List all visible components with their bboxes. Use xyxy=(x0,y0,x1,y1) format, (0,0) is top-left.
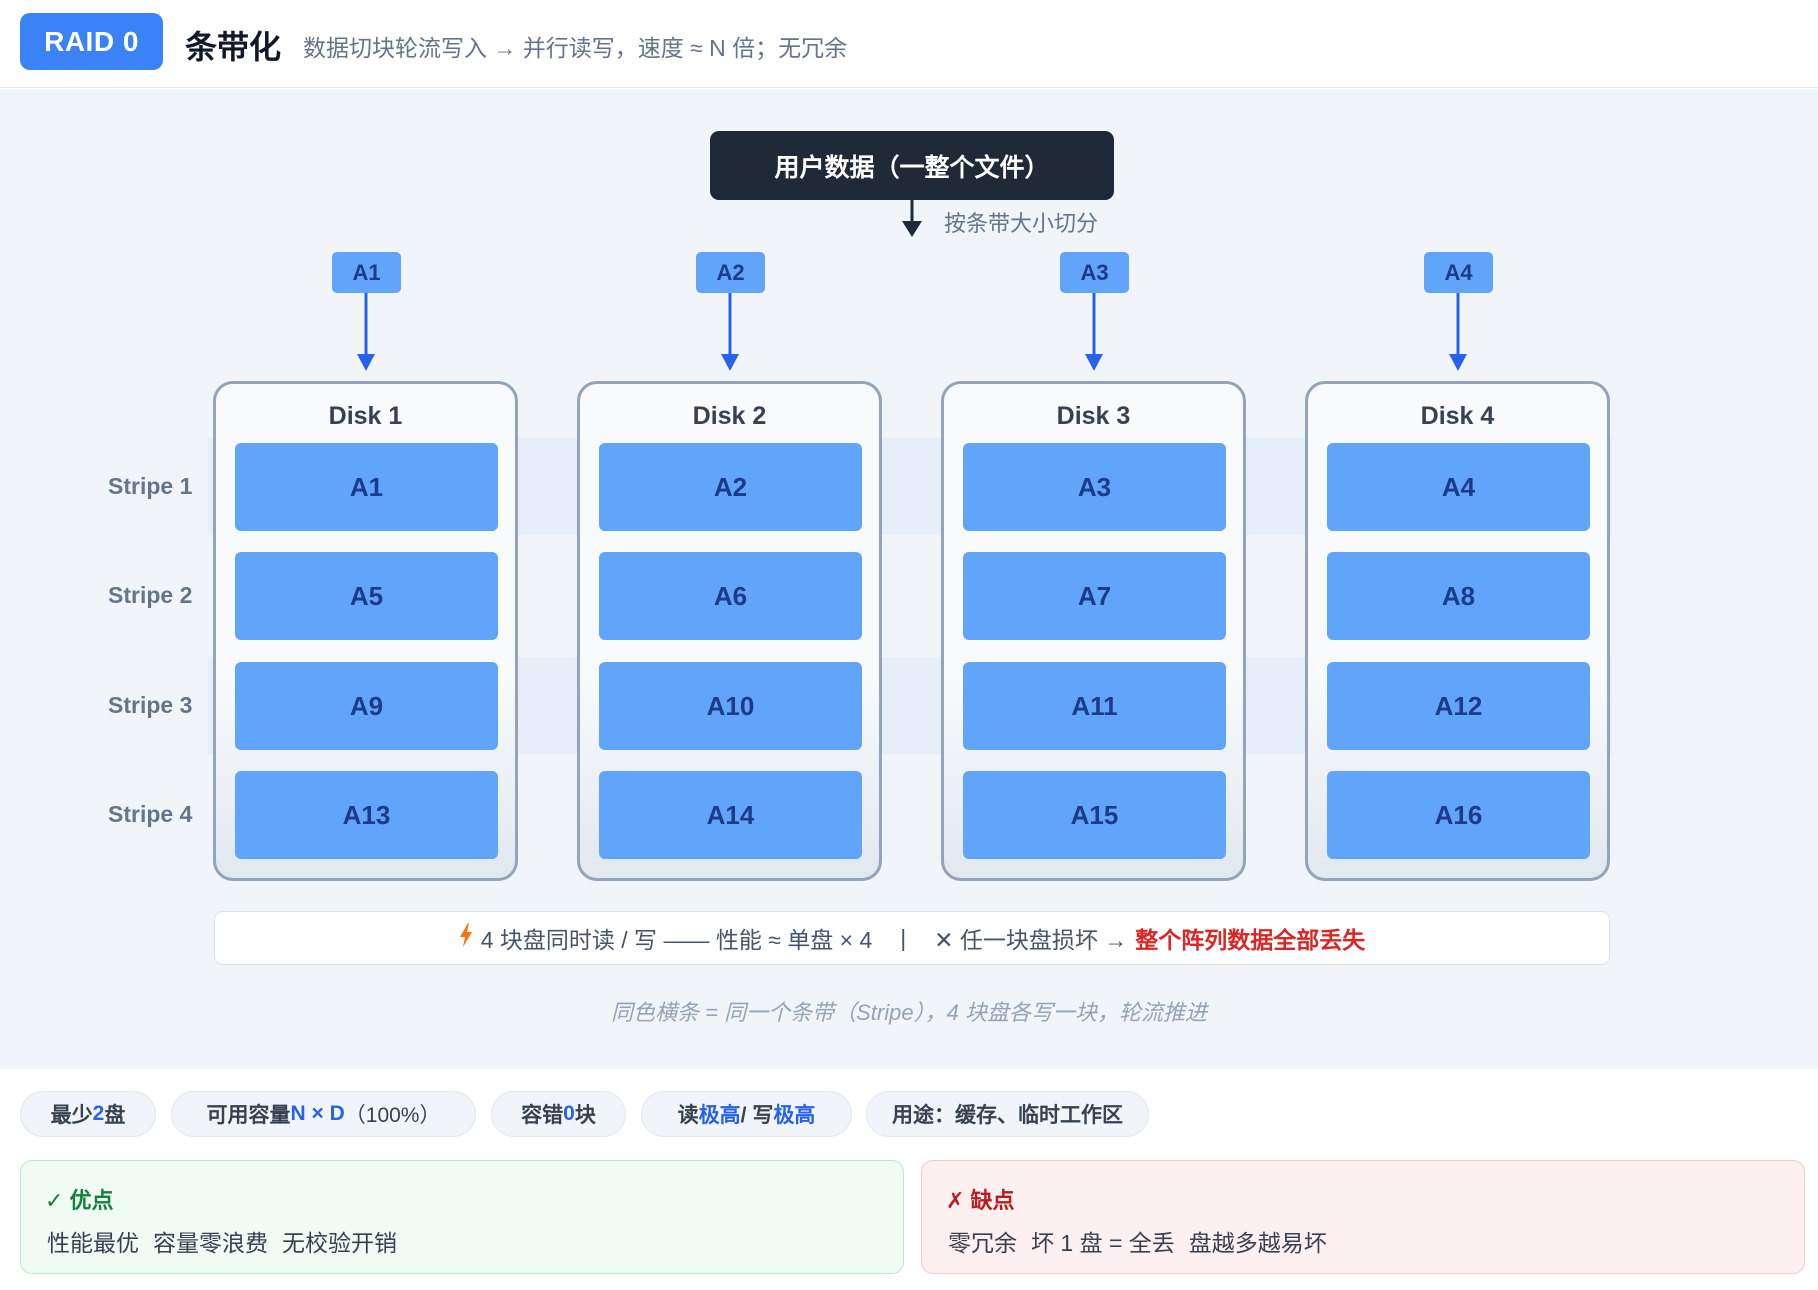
lightning-icon xyxy=(459,923,473,953)
data-block: A16 xyxy=(1327,771,1590,859)
pill-text: （100%） xyxy=(344,1104,441,1127)
pros-item: 容量零浪费 xyxy=(153,1230,268,1256)
data-block: A10 xyxy=(599,662,862,750)
cons-list: 零冗余 坏 1 盘 = 全丢 盘越多越易坏 xyxy=(948,1224,1327,1258)
data-block: A4 xyxy=(1327,443,1590,531)
risk-highlight: 整个阵列数据全部丢失 xyxy=(1135,927,1366,953)
stripe-label-4: Stripe 4 xyxy=(108,801,193,827)
disk-title: Disk 2 xyxy=(692,402,767,430)
pill-text: 容错 xyxy=(521,1104,564,1127)
cons-item: 坏 1 盘 = 全丢 xyxy=(1031,1230,1175,1256)
pill-text: 盘 xyxy=(104,1104,126,1127)
disk-3: Disk 3 A3 A7 A11 A15 xyxy=(941,381,1246,881)
diagram-caption: 同色横条 = 同一个条带（Stripe），4 块盘各写一块，轮流推进 xyxy=(611,1000,1207,1025)
disk-title: Disk 1 xyxy=(328,402,403,430)
cons-item: 盘越多越易坏 xyxy=(1188,1230,1327,1256)
pill-text: 读 xyxy=(677,1104,699,1127)
data-block: A15 xyxy=(963,771,1226,859)
pros-card: ✓ 优点 性能最优 容量零浪费 无校验开销 xyxy=(20,1160,904,1274)
pros-item: 无校验开销 xyxy=(282,1230,397,1256)
pill-value: 0 xyxy=(563,1102,575,1125)
data-block: A9 xyxy=(235,662,498,750)
separator: | xyxy=(900,924,907,951)
data-block: A8 xyxy=(1327,552,1590,640)
pros-title: ✓ 优点 xyxy=(45,1188,114,1213)
data-block: A13 xyxy=(235,771,498,859)
pill-value: 极高 xyxy=(773,1104,816,1127)
pill-fault-tolerance: 容错 0 块 xyxy=(491,1091,626,1137)
page-subtitle: 数据切块轮流写入 → 并行读写，速度 ≈ N 倍；无冗余 xyxy=(303,35,848,61)
data-block: A5 xyxy=(235,552,498,640)
data-block: A6 xyxy=(599,552,862,640)
stripe-label-2: Stripe 2 xyxy=(108,582,193,608)
pill-value: 2 xyxy=(92,1102,105,1125)
cons-title: ✗ 缺点 xyxy=(946,1188,1015,1213)
pill-text: 最少 xyxy=(50,1104,93,1127)
data-block: A14 xyxy=(599,771,862,859)
header: RAID 0 条带化 数据切块轮流写入 → 并行读写，速度 ≈ N 倍；无冗余 xyxy=(0,0,1818,88)
disk-1: Disk 1 A1 A5 A9 A13 xyxy=(213,381,518,881)
pill-value: N × D xyxy=(290,1102,345,1125)
stripe-label-3: Stripe 3 xyxy=(108,692,193,718)
page-title: 条带化 xyxy=(185,29,282,65)
pill-text: 块 xyxy=(574,1104,596,1127)
performance-text: 4 块盘同时读 / 写 —— 性能 ≈ 单盘 × 4 xyxy=(480,927,873,953)
pill-text: 用途：缓存、临时工作区 xyxy=(892,1104,1123,1127)
cons-item: 零冗余 xyxy=(948,1230,1017,1256)
pros-item: 性能最优 xyxy=(47,1230,139,1256)
data-block: A2 xyxy=(599,443,862,531)
pill-capacity: 可用容量 N × D （100%） xyxy=(171,1091,476,1137)
pill-read-write: 读 极高 / 写 极高 xyxy=(641,1091,852,1137)
chunk-chip-1: A1 xyxy=(332,252,401,293)
data-block: A12 xyxy=(1327,662,1590,750)
disk-4: Disk 4 A4 A8 A12 A16 xyxy=(1305,381,1610,881)
chunk-chip-4: A4 xyxy=(1424,252,1493,293)
cons-card: ✗ 缺点 零冗余 坏 1 盘 = 全丢 盘越多越易坏 xyxy=(921,1160,1805,1274)
raid-level-badge: RAID 0 xyxy=(20,13,163,70)
disk-title: Disk 4 xyxy=(1420,402,1495,430)
pill-use-case: 用途：缓存、临时工作区 xyxy=(866,1091,1149,1137)
disk-title: Disk 3 xyxy=(1056,402,1131,430)
data-block: A11 xyxy=(963,662,1226,750)
pill-text: / 写 xyxy=(740,1104,774,1127)
split-label: 按条带大小切分 xyxy=(944,211,1099,236)
pill-min-disks: 最少 2 盘 xyxy=(20,1091,156,1137)
data-block: A3 xyxy=(963,443,1226,531)
chunk-chip-3: A3 xyxy=(1060,252,1129,293)
pros-list: 性能最优 容量零浪费 无校验开销 xyxy=(47,1224,397,1258)
data-block: A1 xyxy=(235,443,498,531)
risk-text: ✕ 任一块盘损坏 → xyxy=(934,927,1128,953)
performance-risk-note: 4 块盘同时读 / 写 —— 性能 ≈ 单盘 × 4 | ✕ 任一块盘损坏 → … xyxy=(214,911,1610,965)
pill-value: 极高 xyxy=(698,1104,741,1127)
disk-2: Disk 2 A2 A6 A10 A14 xyxy=(577,381,882,881)
chunk-chip-2: A2 xyxy=(696,252,765,293)
user-data-box: 用户数据（一整个文件） xyxy=(710,131,1114,200)
stripe-label-1: Stripe 1 xyxy=(108,473,193,499)
pill-text: 可用容量 xyxy=(206,1104,291,1127)
data-block: A7 xyxy=(963,552,1226,640)
